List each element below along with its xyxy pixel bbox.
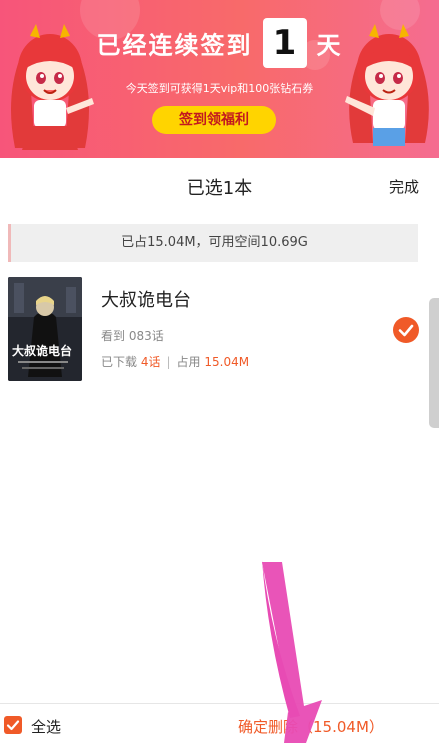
done-button[interactable]: 完成: [389, 176, 419, 197]
used-label: 占用: [176, 355, 201, 369]
banner-title-suffix: 天: [316, 31, 343, 60]
selected-count-title: 已选1本: [186, 178, 253, 199]
banner-subtitle: 今天签到可获得1天vip和100张钻石券: [125, 82, 314, 95]
downloaded-count: 4话: [140, 355, 161, 369]
sign-in-days-count: 1: [262, 18, 307, 68]
sign-in-banner[interactable]: 已经连续签到 1 天 今天签到可获得1天vip和100张钻石券 签到领福利: [0, 0, 439, 158]
select-all-checkbox[interactable]: [4, 716, 22, 734]
download-meta: 已下载 4话 | 占用 15.04M: [101, 353, 249, 370]
checkmark-icon: [398, 324, 414, 337]
comic-title: 大叔诡电台: [101, 290, 191, 311]
used-size: 15.04M: [204, 355, 250, 369]
storage-info-bar: 已占15.04M，可用空间10.69G: [8, 224, 418, 262]
read-progress: 看到 083话: [101, 329, 164, 343]
meta-separator: |: [166, 355, 171, 369]
cover-title-text: 大叔诡电台: [12, 343, 72, 358]
select-all-label[interactable]: 全选: [31, 716, 61, 737]
checkmark-icon: [6, 720, 20, 731]
selection-header: 已选1本 完成: [0, 158, 439, 214]
comic-cover-image: 大叔诡电台: [8, 277, 82, 381]
banner-title-prefix: 已经连续签到: [96, 31, 253, 60]
bottom-action-bar: 全选 确定删除（15.04M）: [0, 703, 439, 744]
sign-in-reward-button[interactable]: 签到领福利: [152, 106, 276, 134]
scroll-handle[interactable]: [429, 298, 439, 428]
confirm-delete-button[interactable]: 确定删除（15.04M）: [238, 716, 384, 737]
downloaded-label: 已下载: [101, 355, 138, 369]
download-list-item[interactable]: 大叔诡电台 大叔诡电台 看到 083话 已下载 4话 | 占用 15.04M: [0, 272, 439, 387]
banner-title: 已经连续签到 1 天: [0, 18, 439, 68]
item-selected-checkbox[interactable]: [393, 317, 419, 343]
